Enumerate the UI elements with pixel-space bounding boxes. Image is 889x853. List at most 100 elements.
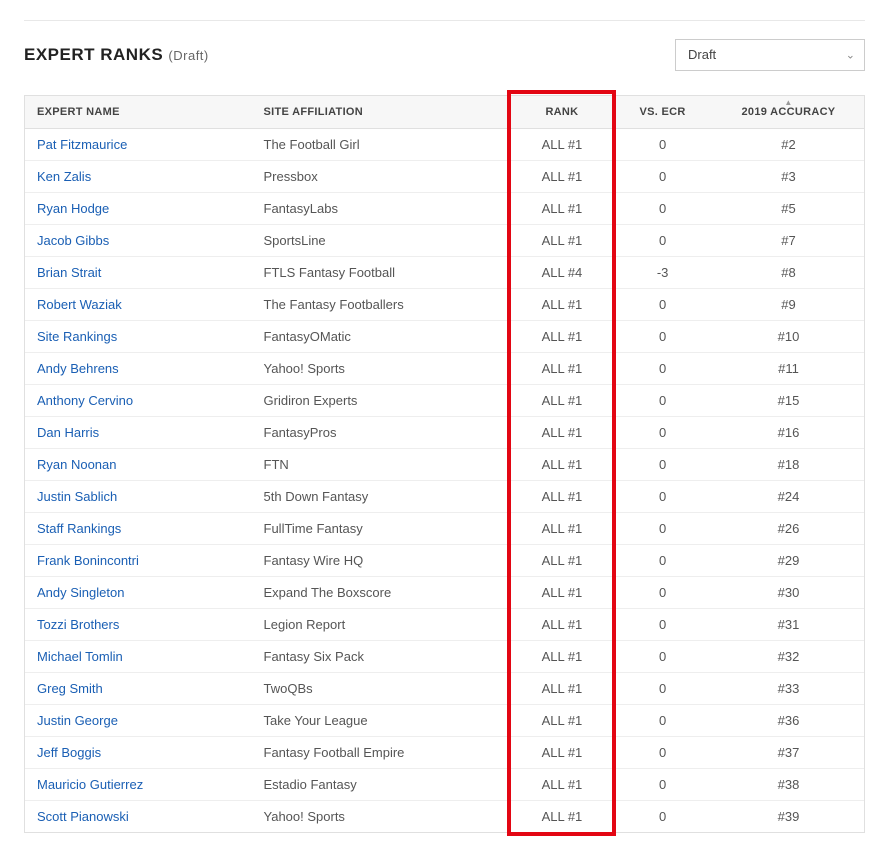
accuracy-value: #3 <box>713 161 864 193</box>
vs-ecr-value: 0 <box>612 353 713 385</box>
table-row: Dan HarrisFantasyProsALL #10#16 <box>25 417 864 449</box>
expert-name-link[interactable]: Tozzi Brothers <box>37 617 119 632</box>
table-row: Jeff BoggisFantasy Football EmpireALL #1… <box>25 737 864 769</box>
rank-value: ALL #1 <box>512 225 613 257</box>
expert-name-link[interactable]: Andy Behrens <box>37 361 119 376</box>
table-row: Andy BehrensYahoo! SportsALL #10#11 <box>25 353 864 385</box>
vs-ecr-value: 0 <box>612 513 713 545</box>
site-affiliation: The Fantasy Footballers <box>252 289 512 321</box>
expert-name-link[interactable]: Jacob Gibbs <box>37 233 109 248</box>
expert-name-link[interactable]: Ken Zalis <box>37 169 91 184</box>
rank-value: ALL #1 <box>512 513 613 545</box>
table-row: Site Rankings FantasyOMaticALL #10#10 <box>25 321 864 353</box>
site-affiliation: FantasyOMatic <box>252 321 512 353</box>
site-affiliation: Yahoo! Sports <box>252 353 512 385</box>
col-header-vs-ecr[interactable]: VS. ECR <box>612 96 713 129</box>
site-affiliation: FTLS Fantasy Football <box>252 257 512 289</box>
expert-name-link[interactable]: Justin Sablich <box>37 489 117 504</box>
expert-name-link[interactable]: Anthony Cervino <box>37 393 133 408</box>
accuracy-value: #8 <box>713 257 864 289</box>
accuracy-value: #29 <box>713 545 864 577</box>
table-row: Justin Sablich5th Down FantasyALL #10#24 <box>25 481 864 513</box>
title-subtitle: (Draft) <box>168 48 208 63</box>
site-affiliation: FantasyPros <box>252 417 512 449</box>
site-affiliation: TwoQBs <box>252 673 512 705</box>
vs-ecr-value: 0 <box>612 161 713 193</box>
rank-value: ALL #1 <box>512 385 613 417</box>
expert-ranks-table: EXPERT NAME SITE AFFILIATION RANK VS. EC… <box>25 96 864 832</box>
vs-ecr-value: 0 <box>612 289 713 321</box>
expert-name-link[interactable]: Ryan Noonan <box>37 457 117 472</box>
table-row: Tozzi BrothersLegion ReportALL #10#31 <box>25 609 864 641</box>
rank-value: ALL #1 <box>512 673 613 705</box>
vs-ecr-value: 0 <box>612 769 713 801</box>
vs-ecr-value: 0 <box>612 225 713 257</box>
col-header-accuracy[interactable]: ▲ 2019 ACCURACY <box>713 96 864 129</box>
vs-ecr-value: 0 <box>612 321 713 353</box>
vs-ecr-value: 0 <box>612 673 713 705</box>
expert-name-link[interactable]: Frank Bonincontri <box>37 553 139 568</box>
site-affiliation: Estadio Fantasy <box>252 769 512 801</box>
table-row: Frank BonincontriFantasy Wire HQALL #10#… <box>25 545 864 577</box>
table-row: Ryan NoonanFTNALL #10#18 <box>25 449 864 481</box>
site-affiliation: FullTime Fantasy <box>252 513 512 545</box>
col-header-site[interactable]: SITE AFFILIATION <box>252 96 512 129</box>
expert-name-link[interactable]: Brian Strait <box>37 265 101 280</box>
accuracy-value: #32 <box>713 641 864 673</box>
accuracy-value: #10 <box>713 321 864 353</box>
accuracy-value: #30 <box>713 577 864 609</box>
accuracy-value: #26 <box>713 513 864 545</box>
table-row: Greg SmithTwoQBsALL #10#33 <box>25 673 864 705</box>
expert-name-link[interactable]: Andy Singleton <box>37 585 124 600</box>
expert-name-link[interactable]: Staff Rankings <box>37 521 121 536</box>
expert-name-link[interactable]: Greg Smith <box>37 681 103 696</box>
expert-name-link[interactable]: Pat Fitzmaurice <box>37 137 127 152</box>
accuracy-value: #24 <box>713 481 864 513</box>
table-row: Pat FitzmauriceThe Football GirlALL #10#… <box>25 129 864 161</box>
title-main: EXPERT RANKS <box>24 45 163 64</box>
expert-name-link[interactable]: Site Rankings <box>37 329 117 344</box>
expert-name-link[interactable]: Dan Harris <box>37 425 99 440</box>
accuracy-value: #5 <box>713 193 864 225</box>
expert-name-link[interactable]: Robert Waziak <box>37 297 122 312</box>
site-affiliation: Legion Report <box>252 609 512 641</box>
vs-ecr-value: 0 <box>612 641 713 673</box>
table-row: Mauricio Gutierrez Estadio FantasyALL #10… <box>25 769 864 801</box>
expert-name-link[interactable]: Mauricio Gutierrez <box>37 777 143 792</box>
accuracy-value: #11 <box>713 353 864 385</box>
page-title: EXPERT RANKS (Draft) <box>24 45 209 65</box>
vs-ecr-value: 0 <box>612 129 713 161</box>
rank-value: ALL #1 <box>512 193 613 225</box>
table-row: Scott PianowskiYahoo! SportsALL #10#39 <box>25 801 864 833</box>
rank-value: ALL #1 <box>512 769 613 801</box>
site-affiliation: SportsLine <box>252 225 512 257</box>
vs-ecr-value: 0 <box>612 385 713 417</box>
accuracy-value: #15 <box>713 385 864 417</box>
accuracy-value: #18 <box>713 449 864 481</box>
rank-value: ALL #1 <box>512 449 613 481</box>
table-row: Justin GeorgeTake Your LeagueALL #10#36 <box>25 705 864 737</box>
rank-value: ALL #1 <box>512 321 613 353</box>
site-affiliation: Fantasy Football Empire <box>252 737 512 769</box>
site-affiliation: Expand The Boxscore <box>252 577 512 609</box>
expert-name-link[interactable]: Michael Tomlin <box>37 649 123 664</box>
expert-name-link[interactable]: Jeff Boggis <box>37 745 101 760</box>
table-row: Staff Rankings FullTime FantasyALL #10#26 <box>25 513 864 545</box>
rank-value: ALL #1 <box>512 609 613 641</box>
site-affiliation: The Football Girl <box>252 129 512 161</box>
col-header-name[interactable]: EXPERT NAME <box>25 96 252 129</box>
accuracy-value: #31 <box>713 609 864 641</box>
rank-value: ALL #1 <box>512 161 613 193</box>
expert-name-link[interactable]: Scott Pianowski <box>37 809 129 824</box>
site-affiliation: Fantasy Six Pack <box>252 641 512 673</box>
vs-ecr-value: 0 <box>612 545 713 577</box>
accuracy-value: #9 <box>713 289 864 321</box>
table-row: Jacob Gibbs SportsLineALL #10#7 <box>25 225 864 257</box>
accuracy-value: #7 <box>713 225 864 257</box>
rank-value: ALL #1 <box>512 577 613 609</box>
site-affiliation: Fantasy Wire HQ <box>252 545 512 577</box>
expert-name-link[interactable]: Ryan Hodge <box>37 201 109 216</box>
filter-select[interactable]: Draft ⌄ <box>675 39 865 71</box>
col-header-rank[interactable]: RANK <box>512 96 613 129</box>
expert-name-link[interactable]: Justin George <box>37 713 118 728</box>
